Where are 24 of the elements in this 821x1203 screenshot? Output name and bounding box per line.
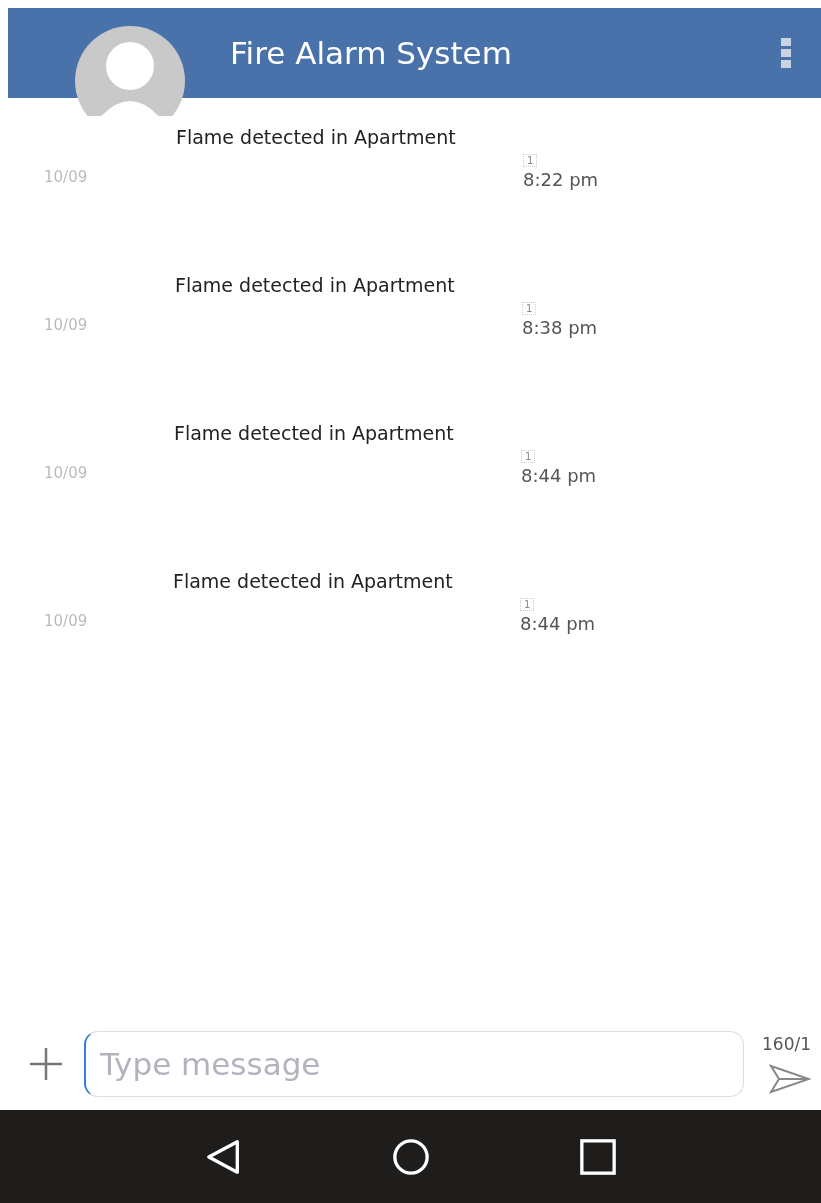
message-text: Flame detected in Apartment: [176, 126, 457, 148]
message-text: Flame detected in Apartment: [174, 422, 455, 444]
send-icon[interactable]: [769, 1064, 811, 1094]
more-menu-icon[interactable]: [781, 38, 791, 68]
message-date: 10/09: [44, 612, 88, 630]
avatar-icon: [75, 26, 185, 116]
app-title: Fire Alarm System: [230, 35, 513, 71]
character-counter: 160/1: [762, 1034, 811, 1054]
sim-indicator: 1: [520, 598, 535, 611]
home-icon[interactable]: [391, 1137, 430, 1176]
sim-indicator: 1: [523, 154, 538, 167]
message-time: 8:44 pm: [521, 465, 597, 486]
message-date: 10/09: [44, 464, 88, 482]
message-date: 10/09: [44, 168, 88, 186]
message-time: 8:22 pm: [523, 169, 599, 190]
sim-indicator: 1: [522, 302, 537, 315]
message-time: 8:44 pm: [520, 613, 596, 634]
recents-icon[interactable]: [578, 1137, 617, 1176]
message-input[interactable]: Type message: [84, 1031, 744, 1097]
message-text: Flame detected in Apartment: [173, 570, 454, 592]
message-date: 10/09: [44, 316, 88, 334]
message-time: 8:38 pm: [522, 317, 598, 338]
message-text: Flame detected in Apartment: [175, 274, 456, 296]
sim-indicator: 1: [521, 450, 536, 463]
